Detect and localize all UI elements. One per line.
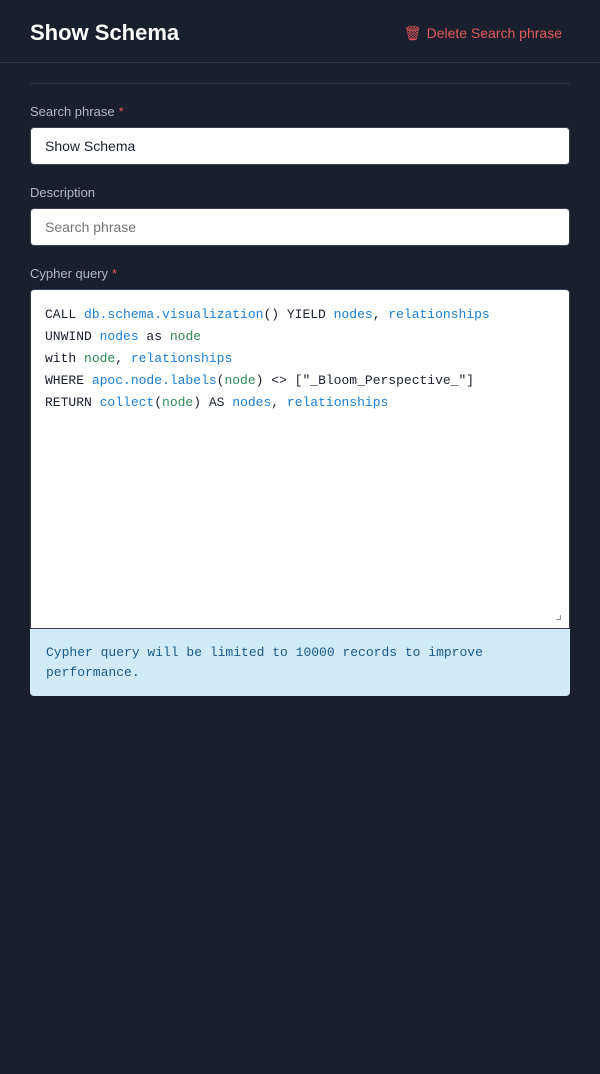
cypher-editor-wrapper: CALL db.schema.visualization() YIELD nod… [30, 289, 570, 629]
cypher-info-message: Cypher query will be limited to 10000 re… [46, 645, 483, 680]
cypher-line: RETURN collect(node) AS nodes, relations… [45, 392, 555, 414]
cypher-line: UNWIND nodes as node [45, 326, 555, 348]
page-header: Show Schema 🗑 Delete Search phrase [0, 0, 600, 63]
header-divider [30, 83, 570, 84]
cypher-query-label: Cypher query * [30, 266, 570, 281]
cypher-line: with node, relationships [45, 348, 555, 370]
delete-button-label: Delete Search phrase [427, 25, 562, 41]
cypher-editor[interactable]: CALL db.schema.visualization() YIELD nod… [30, 289, 570, 629]
cypher-line: CALL db.schema.visualization() YIELD nod… [45, 304, 555, 326]
description-field-group: Description [30, 185, 570, 246]
page-title: Show Schema [30, 20, 179, 46]
cypher-line: WHERE apoc.node.labels(node) <> ["_Bloom… [45, 370, 555, 392]
description-label: Description [30, 185, 570, 200]
required-star-cypher: * [112, 266, 117, 281]
form-content: Search phrase * Description Cypher query… [0, 63, 600, 736]
cypher-info-box: Cypher query will be limited to 10000 re… [30, 629, 570, 696]
cypher-query-field-group: Cypher query * CALL db.schema.visualizat… [30, 266, 570, 696]
required-star-search-phrase: * [119, 104, 124, 119]
description-input[interactable] [30, 208, 570, 246]
search-phrase-field-group: Search phrase * [30, 104, 570, 165]
search-phrase-input[interactable] [30, 127, 570, 165]
delete-search-phrase-button[interactable]: 🗑 Delete Search phrase [397, 21, 570, 45]
trash-icon: 🗑 [405, 25, 421, 41]
search-phrase-label: Search phrase * [30, 104, 570, 119]
